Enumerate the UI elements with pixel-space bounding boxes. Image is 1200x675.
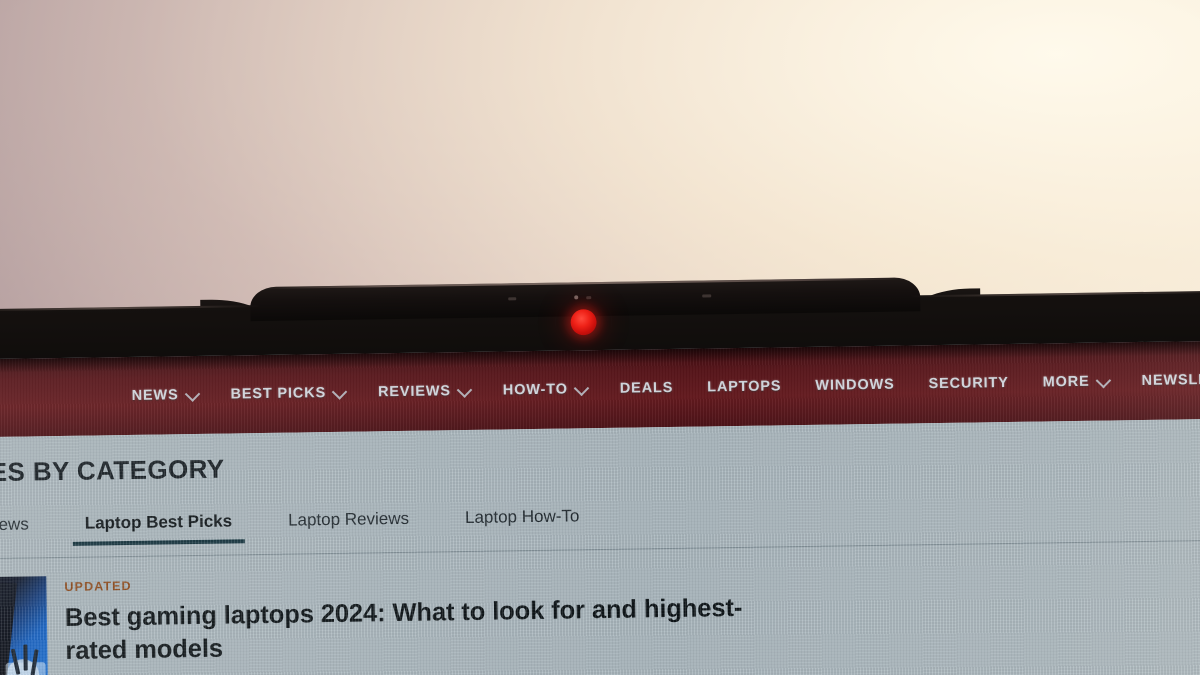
ambient-sensor: [574, 295, 579, 300]
tab-label: Laptop How-To: [464, 506, 580, 528]
nav-item-reviews[interactable]: REVIEWS: [377, 381, 473, 401]
article-headline[interactable]: Best gaming laptops 2024: What to look f…: [65, 592, 746, 667]
nav-item-deals[interactable]: DEALS: [620, 380, 674, 397]
article-text-block: UPDATED Best gaming laptops 2024: What t…: [64, 566, 746, 675]
tab-label: Laptop Reviews: [287, 508, 410, 530]
chevron-down-icon: [1095, 372, 1112, 388]
category-tab-strip: Laptop News Laptop Best Picks Laptop Rev…: [0, 506, 608, 548]
tab-label: Laptop News: [0, 514, 29, 535]
chevron-down-icon: [184, 385, 201, 402]
nav-item-how-to[interactable]: HOW-TO: [502, 380, 590, 399]
nav-label-reviews: REVIEWS: [377, 383, 451, 401]
nav-label-news: NEWS: [131, 387, 179, 404]
thumbnail-pen: [30, 649, 39, 675]
article-teaser[interactable]: UPDATED Best gaming laptops 2024: What t…: [0, 566, 746, 675]
article-dek: Which gaming laptop: [66, 666, 746, 675]
thumbnail-pen: [10, 648, 21, 675]
page-content: STORIES BY CATEGORY Laptop News Laptop B…: [0, 418, 1200, 675]
nav-label-newsletter: NEWSLETTER: [1141, 371, 1200, 389]
thumbnail-pen: [23, 644, 28, 671]
chevron-down-icon: [332, 383, 348, 400]
nav-item-best-picks[interactable]: BEST PICKS: [230, 383, 348, 403]
tab-laptop-how-to[interactable]: Laptop How-To: [437, 506, 608, 541]
chevron-down-icon: [573, 380, 590, 396]
ir-sensor: [586, 296, 592, 300]
nav-label-best-picks: BEST PICKS: [230, 385, 327, 403]
laptop-device: NEWS BEST PICKS REVIEWS HOW-TO DEALS LAP…: [0, 273, 1200, 675]
article-updated-flag: UPDATED: [64, 578, 132, 594]
nav-item-laptops[interactable]: LAPTOPS: [707, 378, 781, 395]
nav-label-deals: DEALS: [619, 379, 674, 397]
nav-item-security[interactable]: SECURITY: [928, 375, 1008, 392]
nav-item-more[interactable]: MORE: [1042, 372, 1112, 391]
page-section-title: STORIES BY CATEGORY: [0, 453, 225, 489]
nav-item-windows[interactable]: WINDOWS: [815, 377, 894, 394]
nav-label-more: MORE: [1042, 373, 1090, 391]
tab-laptop-best-picks[interactable]: Laptop Best Picks: [57, 511, 261, 546]
nav-item-news[interactable]: NEWS: [131, 385, 201, 404]
tab-label: Laptop Best Picks: [84, 511, 233, 533]
nav-label-laptops: LAPTOPS: [707, 378, 782, 396]
laptop-screen: NEWS BEST PICKS REVIEWS HOW-TO DEALS LAP…: [0, 340, 1200, 675]
tab-laptop-reviews[interactable]: Laptop Reviews: [260, 508, 437, 543]
screenshot-stage: NEWS BEST PICKS REVIEWS HOW-TO DEALS LAP…: [0, 0, 1200, 675]
article-thumbnail[interactable]: [0, 576, 49, 675]
chevron-down-icon: [456, 381, 473, 398]
thumbnail-pencil-cup: [5, 644, 47, 675]
nav-label-how-to: HOW-TO: [502, 381, 568, 399]
nav-label-security: SECURITY: [928, 374, 1009, 393]
nav-label-windows: WINDOWS: [815, 376, 895, 394]
nav-item-newsletter[interactable]: NEWSLETTER: [1141, 371, 1200, 389]
mic-slit-right: [702, 294, 712, 298]
mic-slit-left: [508, 297, 517, 301]
tab-laptop-news[interactable]: Laptop News: [0, 514, 57, 548]
